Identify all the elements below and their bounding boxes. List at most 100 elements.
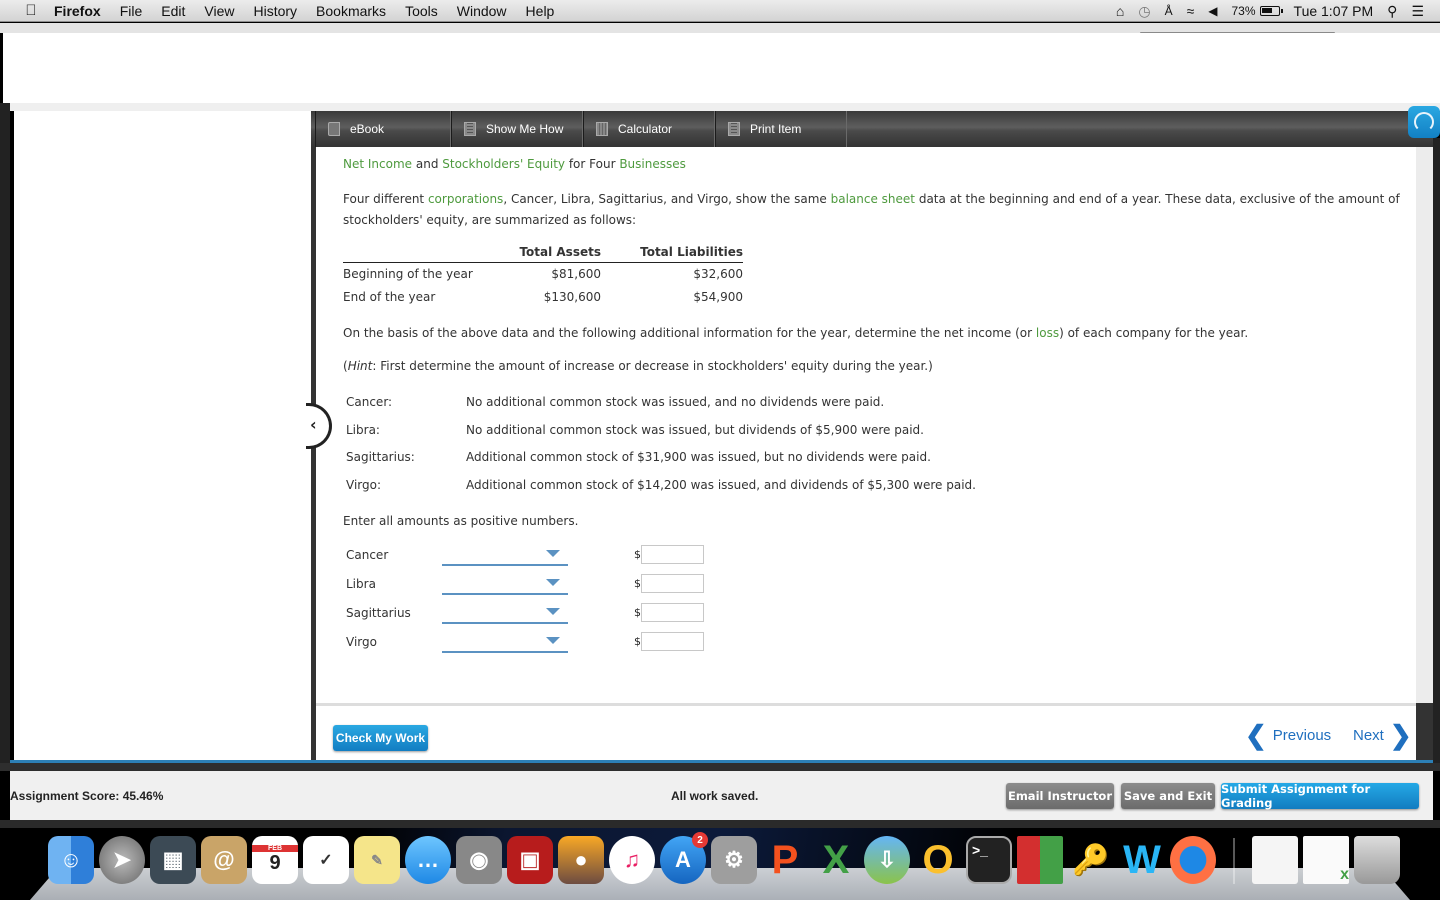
home-sharing-icon[interactable]: ⌂ [1116, 3, 1124, 19]
powerpoint-icon[interactable]: P [762, 836, 808, 884]
calendar-icon[interactable]: FEB 9 [252, 836, 298, 884]
intro-text: , Cancer, Libra, Sagittarius, and Virgo,… [503, 192, 831, 206]
glossary-link-net-income[interactable]: Net Income [343, 157, 412, 171]
chevron-down-icon [546, 578, 560, 586]
macos-dock: ☺ ➤ ▦ @ FEB 9 ✓ ✎ … ◉ ▣ ● ♫ A2 ⚙ P X ⇩ O… [0, 828, 1440, 900]
save-and-exit-button[interactable]: Save and Exit [1121, 783, 1215, 809]
chevron-right-icon: ❯ [1389, 720, 1412, 750]
menu-history[interactable]: History [253, 3, 297, 19]
net-income-loss-dropdown[interactable] [442, 602, 568, 624]
contacts-icon[interactable]: @ [201, 836, 247, 884]
battery-status[interactable]: 73% [1231, 4, 1283, 18]
clock[interactable]: Tue 1:07 PM [1294, 3, 1374, 19]
menu-window[interactable]: Window [457, 3, 507, 19]
email-instructor-button[interactable]: Email Instructor [1006, 783, 1114, 809]
ebook-button[interactable]: eBook [315, 111, 451, 147]
net-income-loss-dropdown[interactable] [442, 631, 568, 653]
word-icon[interactable]: W [1119, 836, 1165, 884]
left-side-panel [14, 111, 311, 763]
mission-control-icon[interactable]: ▦ [150, 836, 196, 884]
notes-icon[interactable]: ✎ [354, 836, 400, 884]
company-name: Libra: [346, 422, 380, 437]
document-icon [464, 122, 476, 136]
book-icon [328, 122, 340, 136]
excel-icon[interactable]: X [813, 836, 859, 884]
support-headset-icon[interactable] [1408, 106, 1440, 138]
system-preferences-icon[interactable]: ⚙ [711, 836, 757, 884]
row-label: End of the year [343, 289, 436, 304]
launchpad-icon[interactable]: ➤ [99, 836, 145, 884]
menu-tools[interactable]: Tools [405, 3, 438, 19]
volume-icon[interactable]: ◀ [1208, 4, 1217, 18]
amount-input[interactable] [641, 545, 704, 564]
company-name: Sagittarius: [346, 450, 415, 465]
list-item: Virgo: Additional common stock of $14,20… [346, 478, 976, 506]
glossary-link-loss[interactable]: loss [1036, 326, 1059, 340]
glossary-link-balance-sheet[interactable]: balance sheet [831, 192, 915, 206]
table-row: End of the year $130,600 $54,900 [343, 285, 743, 308]
firefox-icon[interactable] [1170, 836, 1216, 884]
trash-icon[interactable] [1354, 836, 1400, 884]
hint-text: : First determine the amount of increase… [372, 359, 933, 373]
instruction-paragraph: On the basis of the above data and the f… [343, 326, 1248, 340]
net-income-loss-dropdown[interactable] [442, 573, 568, 595]
page-header-area [3, 33, 1440, 103]
menu-view[interactable]: View [204, 3, 234, 19]
status-menus: ⌂ ◷ Å ≈ ◀ 73% Tue 1:07 PM ⚲ ☰ [1116, 0, 1424, 22]
total-assets-value: $81,600 [551, 266, 601, 281]
time-machine-icon[interactable]: ◷ [1138, 3, 1150, 20]
entry-note: Enter all amounts as positive numbers. [343, 514, 579, 528]
answer-row-libra: Libra $ [346, 569, 704, 598]
question-frame: eBook Show Me How Calculator Print Item … [306, 111, 1433, 763]
amount-input[interactable] [641, 574, 704, 593]
keychain-access-icon[interactable]: 🔑 [1068, 836, 1114, 884]
document-stack-icon[interactable] [1252, 836, 1298, 884]
battery-percent: 73% [1231, 4, 1256, 18]
chevron-left-icon: ‹ [310, 415, 317, 434]
wifi-icon[interactable]: ≈ [1187, 3, 1195, 19]
finder-icon[interactable]: ☺ [48, 836, 94, 884]
glossary-link-corporations[interactable]: corporations [428, 192, 503, 206]
calculator-button[interactable]: Calculator [583, 111, 715, 147]
terminal-icon[interactable]: >_ [966, 836, 1012, 884]
battery-icon [1259, 6, 1283, 16]
print-item-button[interactable]: Print Item [715, 111, 847, 147]
submit-assignment-button[interactable]: Submit Assignment for Grading [1221, 782, 1419, 810]
glossary-link-businesses[interactable]: Businesses [619, 157, 686, 171]
menu-file[interactable]: File [120, 3, 143, 19]
dock-separator [1233, 838, 1235, 884]
spotlight-icon[interactable]: ⚲ [1387, 3, 1397, 20]
outlook-icon[interactable]: O [915, 836, 961, 884]
row-label: Beginning of the year [343, 266, 473, 281]
save-status: All work saved. [671, 789, 759, 803]
amount-input[interactable] [641, 603, 704, 622]
crossover-icon[interactable] [1017, 836, 1063, 884]
menu-edit[interactable]: Edit [161, 3, 185, 19]
glossary-link-stockholders-equity[interactable]: Stockholders' Equity [442, 157, 565, 171]
transmit-icon[interactable]: ⇩ [864, 836, 910, 884]
facetime-icon[interactable]: ◉ [456, 836, 502, 884]
menu-help[interactable]: Help [526, 3, 555, 19]
net-income-loss-dropdown[interactable] [442, 544, 568, 566]
app-store-icon[interactable]: A2 [660, 832, 708, 884]
iphoto-icon[interactable]: ● [558, 836, 604, 884]
photo-booth-icon[interactable]: ▣ [507, 836, 553, 884]
bluetooth-icon[interactable]: Å [1165, 4, 1173, 18]
next-button[interactable]: Next ❯ [1353, 722, 1412, 748]
reminders-icon[interactable]: ✓ [303, 836, 349, 884]
content-scrollbar[interactable] [1416, 147, 1433, 703]
spreadsheet-stack-icon[interactable]: x [1303, 836, 1349, 884]
notification-center-icon[interactable]: ☰ [1411, 3, 1424, 20]
total-liabilities-value: $32,600 [693, 266, 743, 281]
apple-logo-icon[interactable]:  [20, 2, 42, 19]
check-my-work-button[interactable]: Check My Work [333, 725, 428, 751]
menu-bookmarks[interactable]: Bookmarks [316, 3, 386, 19]
amount-input[interactable] [641, 632, 704, 651]
messages-icon[interactable]: … [405, 836, 451, 884]
answer-row-virgo: Virgo $ [346, 627, 704, 656]
question-title: Net Income and Stockholders' Equity for … [343, 157, 686, 171]
itunes-icon[interactable]: ♫ [609, 836, 655, 884]
show-me-how-button[interactable]: Show Me How [451, 111, 583, 147]
menu-app-firefox[interactable]: Firefox [54, 3, 101, 19]
previous-button[interactable]: ❮ Previous [1245, 722, 1331, 748]
